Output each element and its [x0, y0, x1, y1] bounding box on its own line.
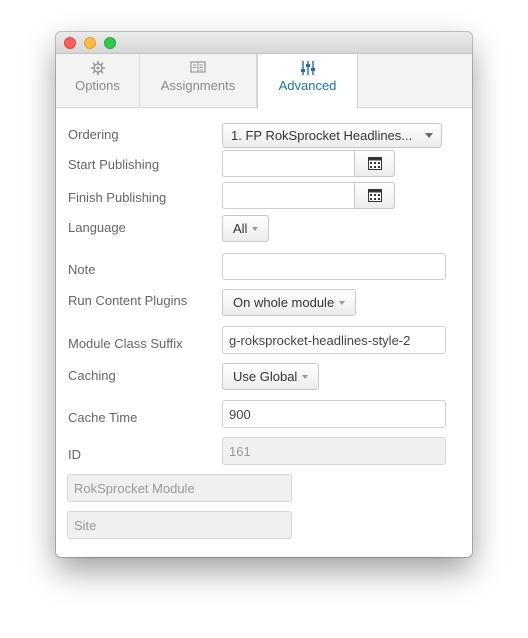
minimize-window-button[interactable] [84, 37, 96, 49]
run-content-plugins-dropdown[interactable]: On whole module [222, 289, 357, 316]
calendar-icon [367, 189, 382, 202]
finish-publishing-calendar-button[interactable] [354, 182, 395, 209]
title-bar [56, 32, 472, 54]
id-label: ID [68, 447, 81, 462]
language-value: All [233, 221, 248, 236]
finish-publishing-input[interactable] [222, 182, 355, 209]
tab-assignments-label: Assignments [160, 78, 236, 93]
sliders-icon [258, 60, 357, 76]
start-publishing-label: Start Publishing [68, 157, 160, 172]
ordering-label: Ordering [68, 127, 119, 142]
caching-dropdown[interactable]: Use Global [222, 363, 320, 390]
tab-assignments[interactable]: Assignments [140, 54, 257, 108]
maximize-window-button[interactable] [104, 37, 116, 49]
cache-time-input[interactable]: 900 [222, 400, 446, 428]
module-class-suffix-input[interactable]: g-roksprocket-headlines-style-2 [222, 326, 446, 354]
tab-options[interactable]: Options [56, 54, 140, 108]
caching-value: Use Global [233, 369, 298, 384]
module-class-suffix-label: Module Class Suffix [68, 336, 183, 351]
ordering-value: 1. FP RokSprocket Headlines... [231, 128, 413, 143]
cache-time-label: Cache Time [68, 410, 138, 425]
calendar-icon [367, 157, 382, 170]
language-dropdown[interactable]: All [222, 215, 270, 242]
caret-down-icon [252, 226, 259, 231]
caret-down-icon [302, 374, 309, 379]
id-field: 161 [222, 437, 446, 465]
layout-icon [140, 60, 256, 76]
language-label: Language [68, 220, 126, 235]
note-input[interactable] [222, 253, 446, 280]
gear-icon [56, 60, 139, 76]
caret-down-icon [339, 300, 346, 305]
chevron-down-icon [425, 133, 433, 138]
note-label: Note [68, 262, 96, 277]
tab-advanced[interactable]: Advanced [257, 54, 358, 109]
start-publishing-calendar-button[interactable] [354, 150, 395, 177]
run-content-plugins-label: Run Content Plugins [68, 293, 188, 308]
caching-label: Caching [68, 368, 116, 383]
module-type-field: RokSprocket Module [67, 474, 292, 502]
finish-publishing-label: Finish Publishing [68, 190, 167, 205]
tab-options-label: Options [75, 78, 120, 93]
client-field: Site [67, 511, 292, 539]
tab-strip: Options Assignments Advanced [56, 54, 472, 109]
module-settings-window: Options Assignments Advanced Ordering 1.… [56, 32, 472, 557]
start-publishing-input[interactable] [222, 150, 355, 177]
tab-advanced-label: Advanced [278, 78, 337, 93]
close-window-button[interactable] [64, 37, 76, 49]
run-content-plugins-value: On whole module [233, 295, 335, 310]
ordering-select[interactable]: 1. FP RokSprocket Headlines... [222, 123, 442, 148]
